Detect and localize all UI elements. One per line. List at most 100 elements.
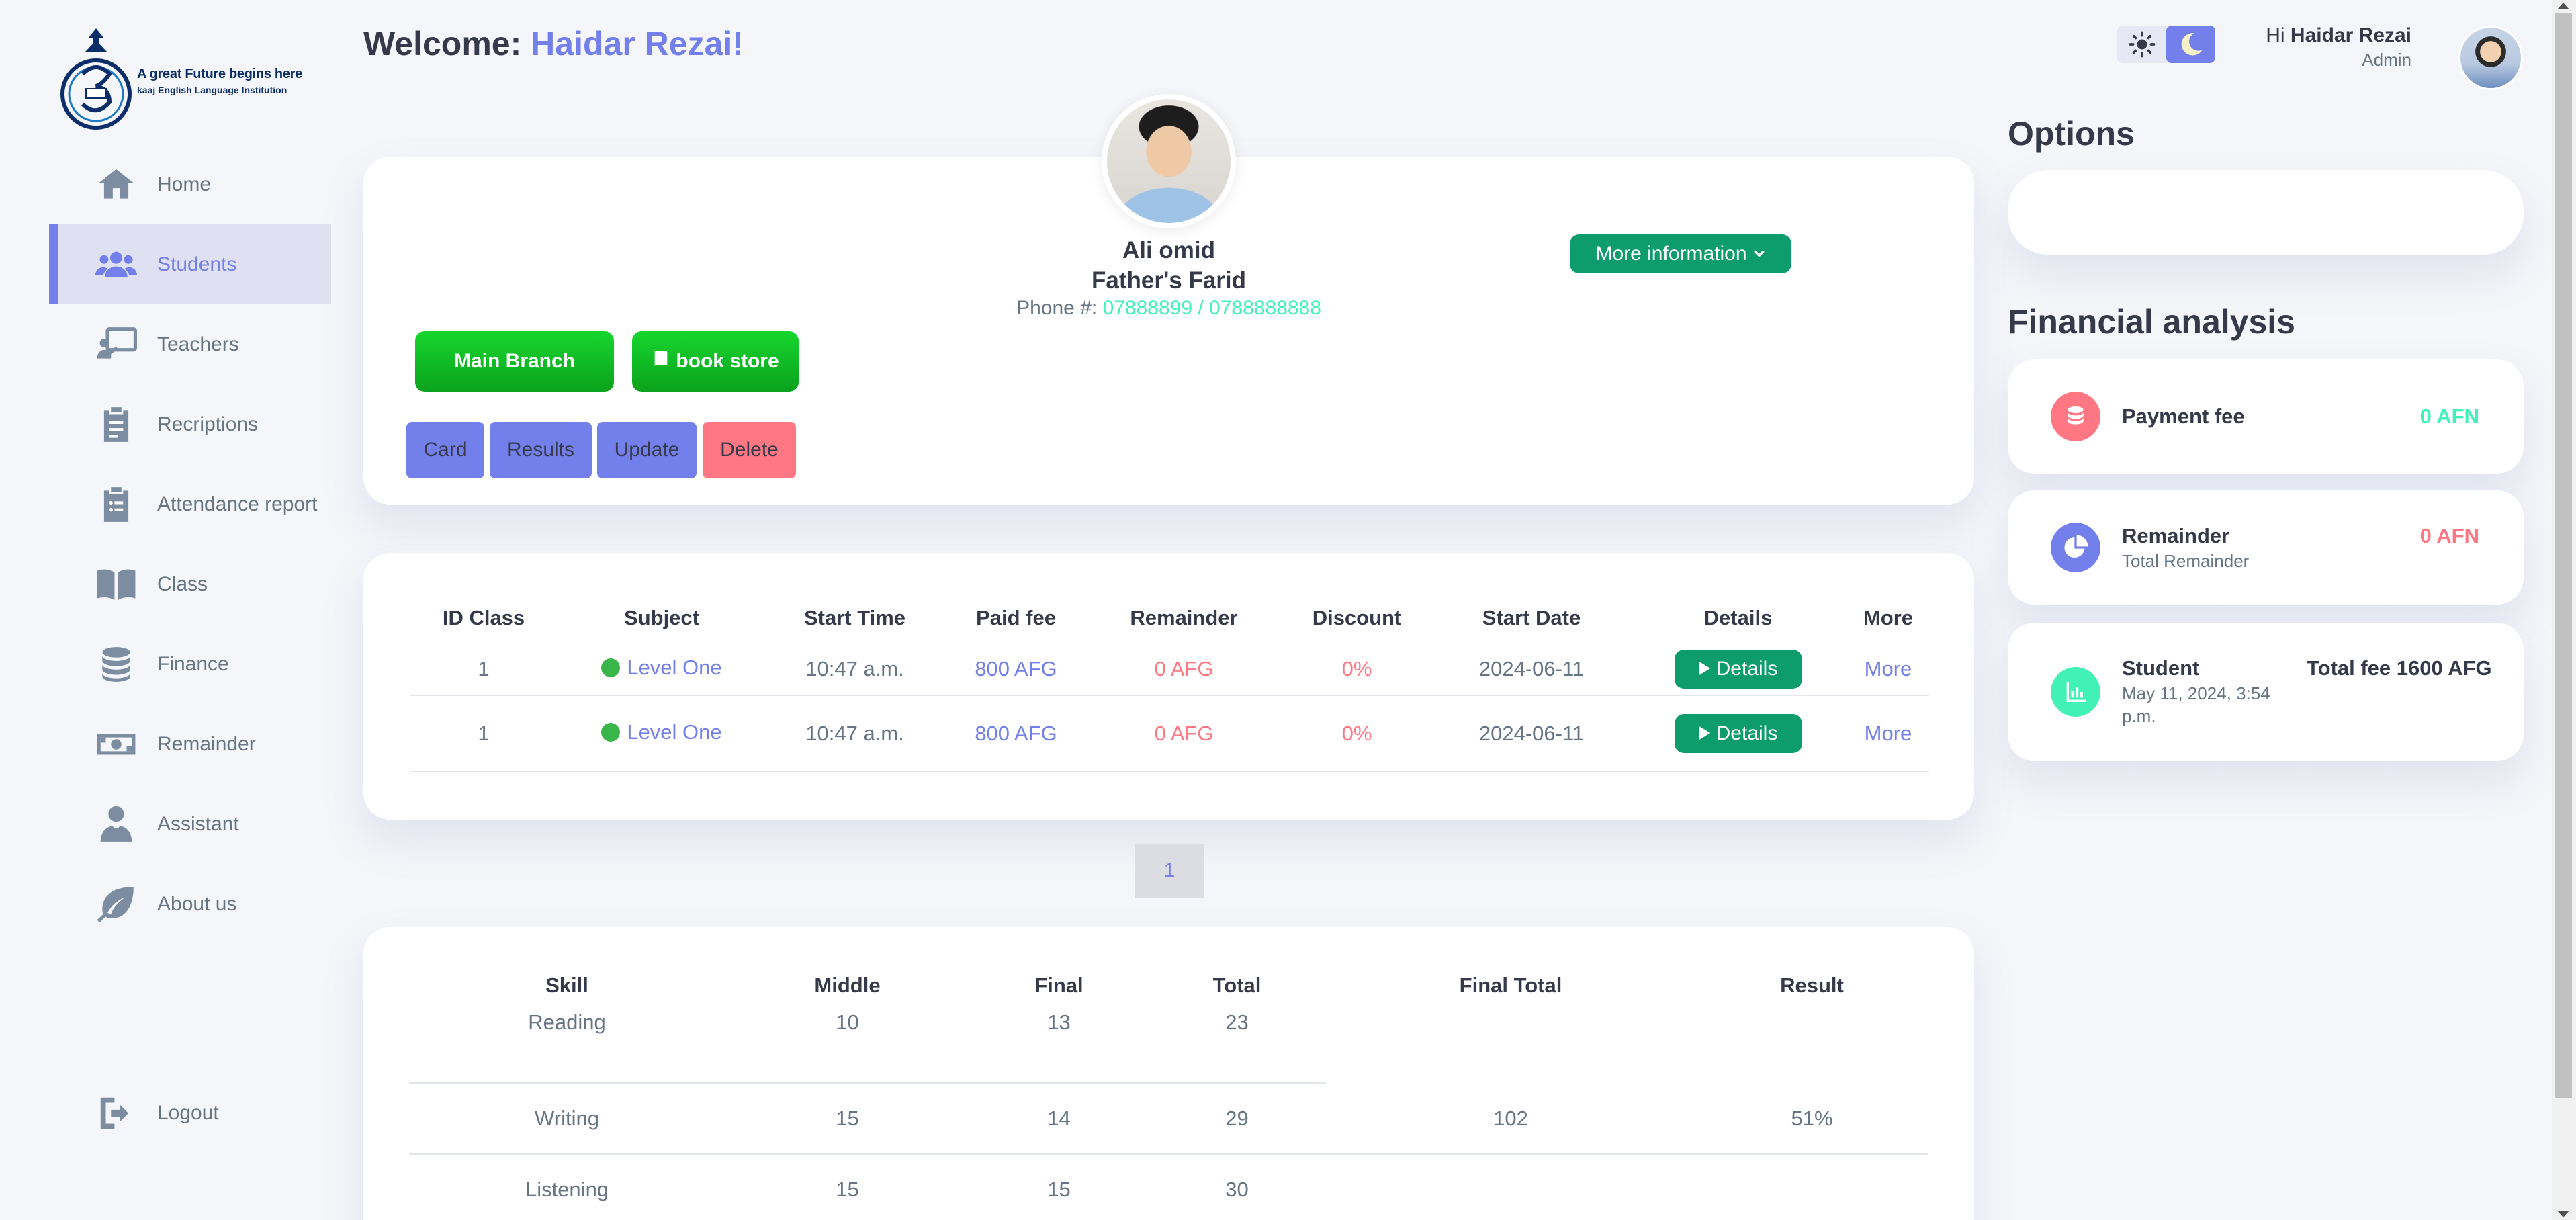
column-header: Final: [1034, 973, 1083, 997]
start-date: 2024-06-11: [1434, 695, 1629, 772]
total-score: 29: [1148, 1083, 1326, 1155]
final-score: 14: [970, 1083, 1148, 1155]
column-header: Details: [1703, 606, 1773, 629]
pie-chart-icon: [2051, 523, 2100, 572]
column-header: Total: [1212, 973, 1261, 997]
sidebar-item-assistant[interactable]: Assistant: [49, 784, 331, 864]
middle-score: 10: [725, 1010, 970, 1084]
total-score: 23: [1148, 1010, 1326, 1084]
more-information-button[interactable]: More information: [1570, 234, 1791, 273]
sidebar-item-home[interactable]: Home: [49, 144, 331, 224]
subject-label: Level One: [627, 655, 722, 679]
more-information-label: More information: [1595, 243, 1747, 265]
discount: 0%: [1280, 695, 1434, 772]
sidebar-item-teachers[interactable]: Teachers: [49, 304, 331, 384]
chalkboard-teacher-icon: [93, 323, 140, 366]
sidebar-item-recriptions[interactable]: Recriptions: [49, 384, 331, 464]
class-id: 1: [410, 695, 558, 772]
details-button[interactable]: Details: [1674, 649, 1802, 689]
sidebar: A great Future begins here kaaj English …: [0, 0, 339, 1220]
result-percent: 51%: [1695, 1010, 1928, 1155]
details-label: Details: [1716, 722, 1778, 744]
sidebar-item-students[interactable]: Students: [49, 224, 331, 304]
main-branch-button[interactable]: Main Branch: [415, 331, 614, 392]
book-store-label: book store: [676, 350, 779, 372]
chevron-down-icon: [1752, 243, 1766, 265]
bar-chart-icon: [2051, 667, 2100, 717]
payment-fee-value: 0 AFN: [2419, 404, 2479, 428]
book-icon: [652, 349, 670, 374]
sidebar-item-label: Remainder: [157, 732, 256, 755]
subject-link[interactable]: Level One: [601, 655, 722, 680]
sun-icon[interactable]: [2117, 26, 2166, 63]
results-table-card: Skill Middle Final Total Final Total Res…: [363, 927, 1974, 1220]
phone-label: Phone #:: [1016, 297, 1098, 319]
column-header: Start Date: [1482, 606, 1581, 629]
welcome-prefix: Welcome:: [363, 25, 522, 62]
options-box: [2008, 170, 2524, 255]
status-dot-icon: [601, 722, 621, 742]
remainder: 0 AFG: [1088, 643, 1280, 696]
results-button[interactable]: Results: [490, 422, 592, 478]
student-phone: Phone #: 07888899 / 0788888888: [1016, 297, 1321, 320]
student-name: Ali omid: [1122, 237, 1216, 263]
money-bill-icon: [93, 723, 140, 766]
student-date: May 11, 2024, 3:54 p.m.: [2122, 683, 2270, 726]
logo-tagline: A great Future begins here: [137, 66, 302, 81]
page-title: Welcome: Haidar Rezai!: [363, 24, 744, 63]
middle-score: 15: [725, 1083, 970, 1155]
sidebar-item-attendance-report[interactable]: Attendance report: [49, 464, 331, 544]
more-link[interactable]: More: [1847, 643, 1929, 696]
sidebar-item-label: Home: [157, 173, 212, 195]
phone-number: 07888899 / 0788888888: [1102, 297, 1321, 319]
leaf-icon: [93, 883, 140, 926]
start-date: 2024-06-11: [1434, 643, 1629, 696]
column-header: Subject: [624, 606, 699, 629]
skill: Listening: [409, 1154, 725, 1220]
scrollbar-thumb[interactable]: [2555, 13, 2572, 1098]
scroll-up-arrow-icon[interactable]: [2557, 3, 2569, 9]
column-header: More: [1863, 606, 1914, 629]
card-button[interactable]: Card: [406, 422, 484, 478]
total-score: 30: [1148, 1154, 1326, 1220]
student-title: Student: [2122, 656, 2200, 680]
remainder-card: Remainder Total Remainder 0 AFN: [2008, 490, 2524, 605]
scrollbar[interactable]: [2552, 0, 2576, 1220]
sidebar-item-remainder[interactable]: Remainder: [49, 704, 331, 784]
sidebar-item-label: Class: [157, 572, 208, 595]
sidebar-item-finance[interactable]: Finance: [49, 624, 331, 704]
student-total-fee: Total fee 1600 AFG: [2307, 656, 2492, 680]
column-header: Discount: [1312, 606, 1402, 629]
skill: Reading: [409, 1010, 725, 1084]
options-title: Options: [2008, 115, 2135, 152]
skill: Writing: [409, 1083, 725, 1155]
logo[interactable]: A great Future begins here kaaj English …: [59, 27, 321, 134]
coins-icon: [2051, 392, 2100, 441]
subject-link[interactable]: Level One: [601, 720, 722, 744]
paid-fee: 800 AFG: [944, 695, 1088, 772]
avatar[interactable]: [2458, 26, 2523, 90]
theme-toggle[interactable]: [2117, 26, 2215, 63]
sidebar-item-label: About us: [157, 892, 237, 915]
clipboard-icon: [93, 403, 140, 446]
results-table: Skill Middle Final Total Final Total Res…: [409, 961, 1928, 1220]
pagination-page[interactable]: 1: [1135, 844, 1204, 898]
sidebar-item-about-us[interactable]: About us: [49, 864, 331, 944]
book-store-button[interactable]: book store: [632, 331, 799, 392]
scroll-down-arrow-icon[interactable]: [2557, 1211, 2569, 1217]
users-icon: [93, 243, 140, 286]
sidebar-item-class[interactable]: Class: [49, 544, 331, 624]
hi-label: Hi: [2266, 24, 2285, 46]
payment-fee-title: Payment fee: [2122, 404, 2245, 428]
update-button[interactable]: Update: [597, 422, 697, 478]
table-header-row: Skill Middle Final Total Final Total Res…: [409, 961, 1928, 1010]
more-link[interactable]: More: [1847, 695, 1929, 772]
logo-institution: kaaj English Language Institution: [137, 84, 287, 95]
delete-button[interactable]: Delete: [703, 422, 796, 478]
details-label: Details: [1716, 657, 1778, 680]
details-button[interactable]: Details: [1674, 713, 1802, 753]
home-icon: [93, 163, 140, 206]
logout-button[interactable]: Logout: [49, 1073, 331, 1153]
moon-icon[interactable]: [2166, 26, 2215, 63]
table-row: Listening 15 15 30: [409, 1154, 1928, 1220]
